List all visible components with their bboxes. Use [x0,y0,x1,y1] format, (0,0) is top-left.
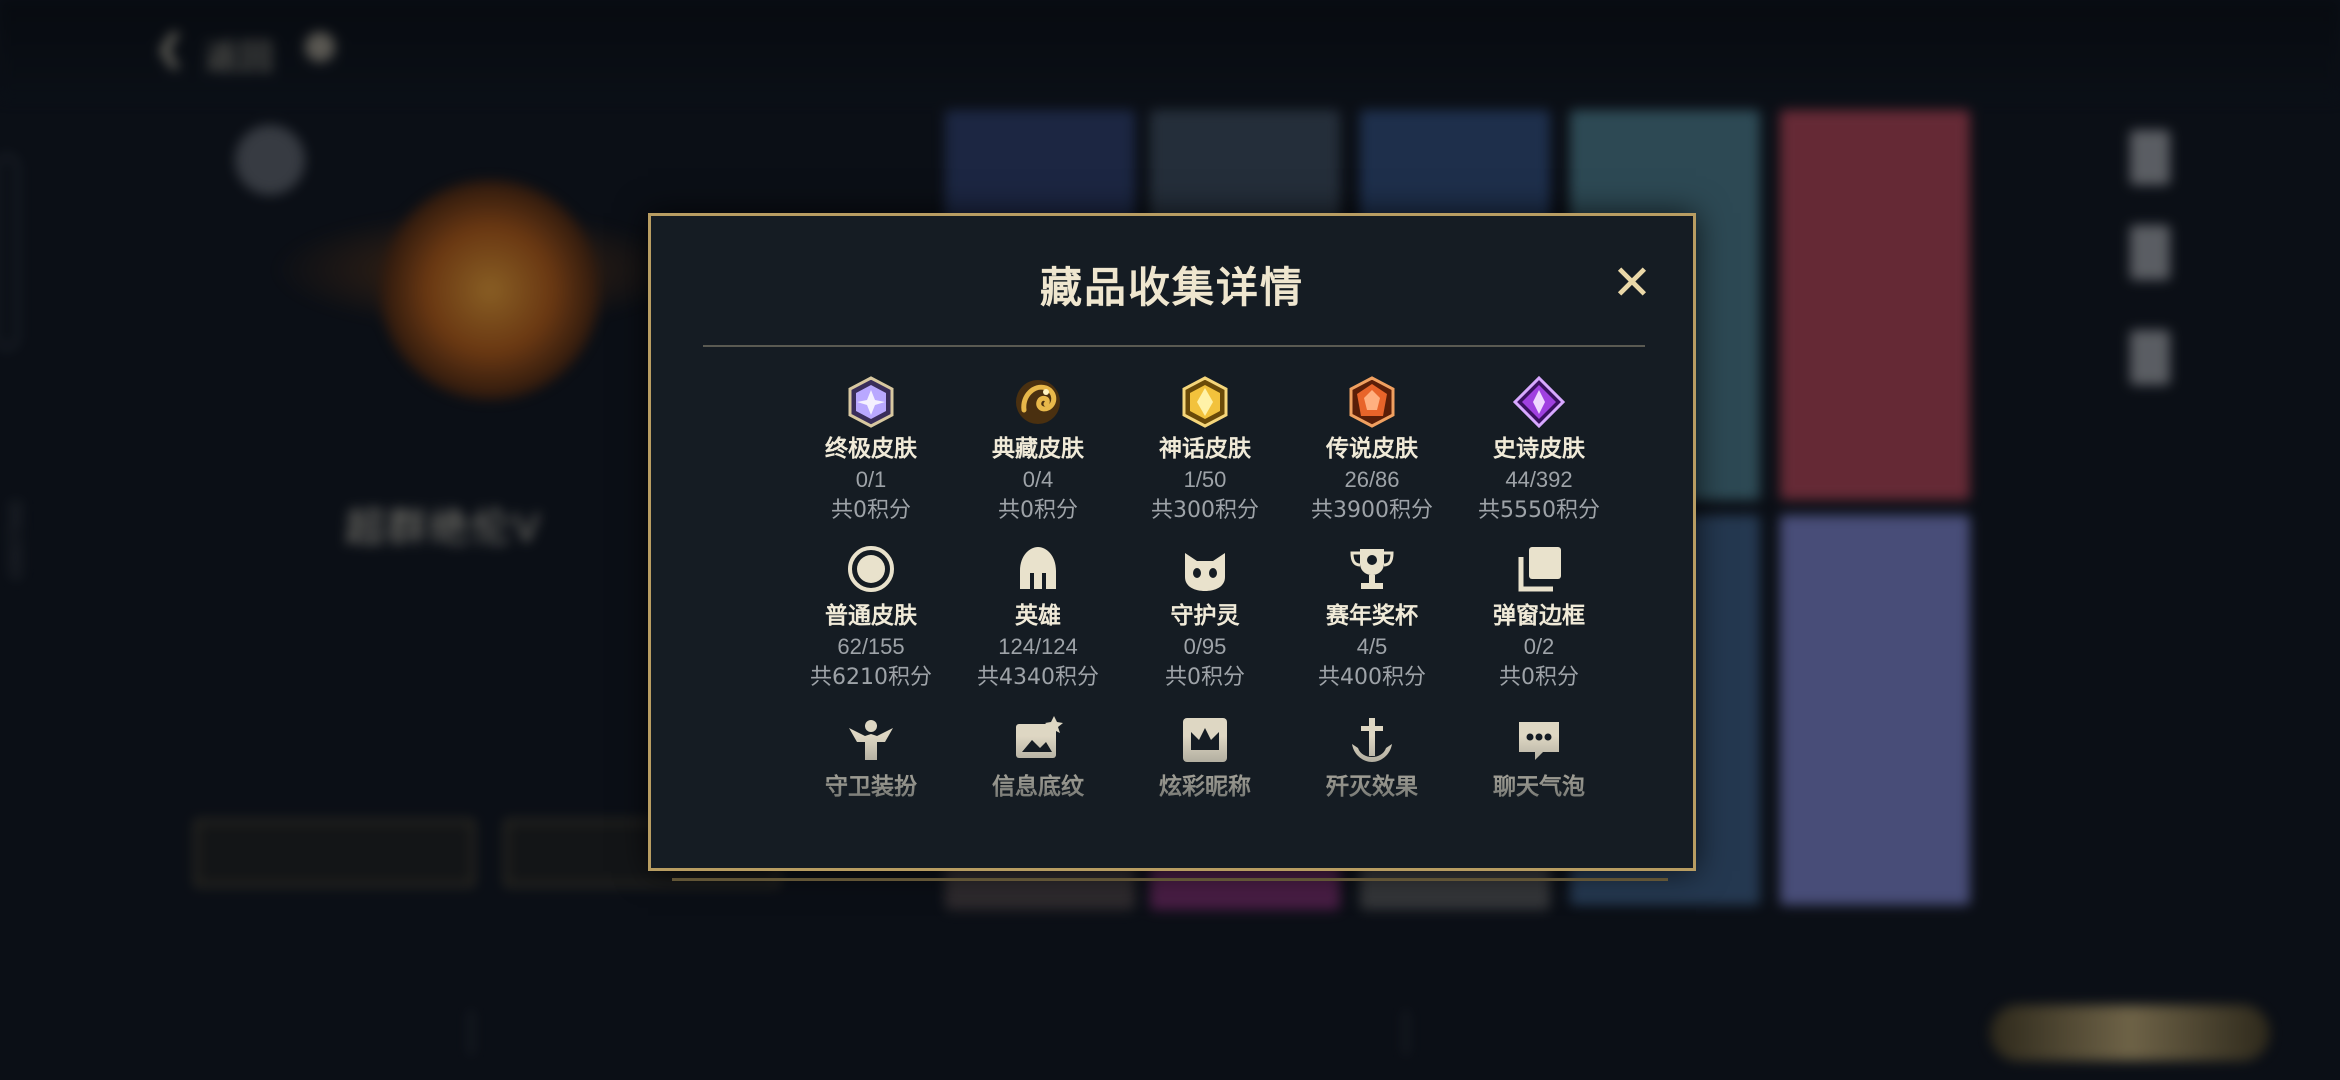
normal-skin-icon [845,543,897,595]
back-label[interactable]: 返回 [205,30,273,79]
category-name: 守护灵 [1170,603,1240,629]
category-name: 普通皮肤 [825,603,917,629]
collection-category-6[interactable]: 普通皮肤 62/155 共6210积分 [791,543,951,693]
anchor-sword-icon [1346,714,1398,766]
category-name: 神话皮肤 [1159,436,1251,462]
top-bar [0,0,2340,100]
category-name: 典藏皮肤 [992,436,1084,462]
category-points: 共400积分 [1318,665,1426,690]
crown-card-icon [1179,714,1231,766]
collection-category-7[interactable]: 英雄 124/124 共4340积分 [958,543,1118,693]
category-count: 26/86 [1344,467,1400,492]
rank-badge [235,125,305,195]
category-count: 62/155 [837,634,905,659]
category-name: 聊天气泡 [1493,774,1585,800]
category-points: 共300积分 [1151,498,1259,523]
collection-category-15[interactable]: 聊天气泡 [1459,714,1619,802]
epic-skin-icon [1513,376,1565,428]
category-name: 终极皮肤 [825,436,917,462]
category-count: 0/4 [1022,467,1054,492]
collection-category-2[interactable]: 典藏皮肤 0/4 共0积分 [958,376,1118,526]
chat-bubble-icon [1513,714,1565,766]
collection-category-11[interactable]: 守卫装扮 [791,714,951,802]
ultimate-skin-icon [845,376,897,428]
category-name: 赛年奖杯 [1326,603,1418,629]
collection-category-1[interactable]: 终极皮肤 0/1 共0积分 [791,376,951,526]
category-points: 共0积分 [831,498,911,523]
legend-skin-icon [1346,376,1398,428]
bg-action-button[interactable] [195,820,474,886]
skin-card[interactable] [1780,515,1970,905]
category-points: 共0积分 [998,498,1078,523]
share-icon[interactable] [2130,130,2170,185]
collection-category-10[interactable]: 弹窗边框 0/2 共0积分 [1459,543,1619,693]
info-pattern-icon [1012,714,1064,766]
side-drawer-tab[interactable] [0,155,18,349]
category-count: 0/2 [1523,634,1555,659]
category-count: 4/5 [1356,634,1388,659]
filter-icon[interactable] [2130,225,2170,280]
bottom-gold-button[interactable] [1990,1005,2270,1061]
category-count: 44/392 [1505,467,1573,492]
guardian-spirit-icon [1179,543,1231,595]
collection-category-12[interactable]: 信息底纹 [958,714,1118,802]
collection-grid: 终极皮肤 0/1 共0积分 典藏皮肤 0/4 共0积分 神话皮肤 1/50 共300积分 传说皮肤… [651,216,1693,868]
category-name: 传说皮肤 [1326,436,1418,462]
guard-outfit-icon [845,714,897,766]
myth-skin-icon [1179,376,1231,428]
collection-details-dialog: 藏品收集详情 ✕ 终极皮肤 0/1 共0积分 典藏皮肤 0/4 共0积分 神话皮肤 1/50 共… [648,213,1696,871]
frame-stack-icon [1513,543,1565,595]
list-icon[interactable] [2130,330,2170,385]
collection-category-9[interactable]: 赛年奖杯 4/5 共400积分 [1292,543,1452,693]
category-points: 共3900积分 [1311,498,1433,523]
category-count: 124/124 [998,634,1078,659]
category-name: 弹窗边框 [1493,603,1585,629]
category-name: 信息底纹 [992,774,1084,800]
collection-category-8[interactable]: 守护灵 0/95 共0积分 [1125,543,1285,693]
trophy-icon [1346,543,1398,595]
category-name: 史诗皮肤 [1493,436,1585,462]
tab-divider [470,1010,472,1055]
category-count: 0/1 [855,467,887,492]
category-name: 歼灭效果 [1326,774,1418,800]
collection-category-4[interactable]: 传说皮肤 26/86 共3900积分 [1292,376,1452,526]
tab-divider [1405,1010,1407,1055]
category-count: 1/50 [1183,467,1227,492]
category-name: 守卫装扮 [825,774,917,800]
category-count: 0/95 [1183,634,1227,659]
collection-category-13[interactable]: 炫彩昵称 [1125,714,1285,802]
category-points: 共0积分 [1499,665,1579,690]
back-arrow-icon[interactable]: ❮ [155,28,185,69]
help-icon[interactable] [305,32,335,62]
category-points: 共6210积分 [810,665,932,690]
helmet-icon [1012,543,1064,595]
category-points: 共5550积分 [1478,498,1600,523]
collection-emblem [380,180,600,400]
player-name: 超群绝伦V [345,506,542,550]
skin-card[interactable] [1780,110,1970,500]
collection-category-5[interactable]: 史诗皮肤 44/392 共5550积分 [1459,376,1619,526]
category-name: 英雄 [1015,603,1061,629]
collection-category-3[interactable]: 神话皮肤 1/50 共300积分 [1125,376,1285,526]
dragon-emblem-icon [1012,376,1064,428]
category-points: 共0积分 [1165,665,1245,690]
collection-category-14[interactable]: 歼灭效果 [1292,714,1452,802]
player-id: 43937940 [6,500,26,581]
category-name: 炫彩昵称 [1159,774,1251,800]
category-points: 共4340积分 [977,665,1099,690]
